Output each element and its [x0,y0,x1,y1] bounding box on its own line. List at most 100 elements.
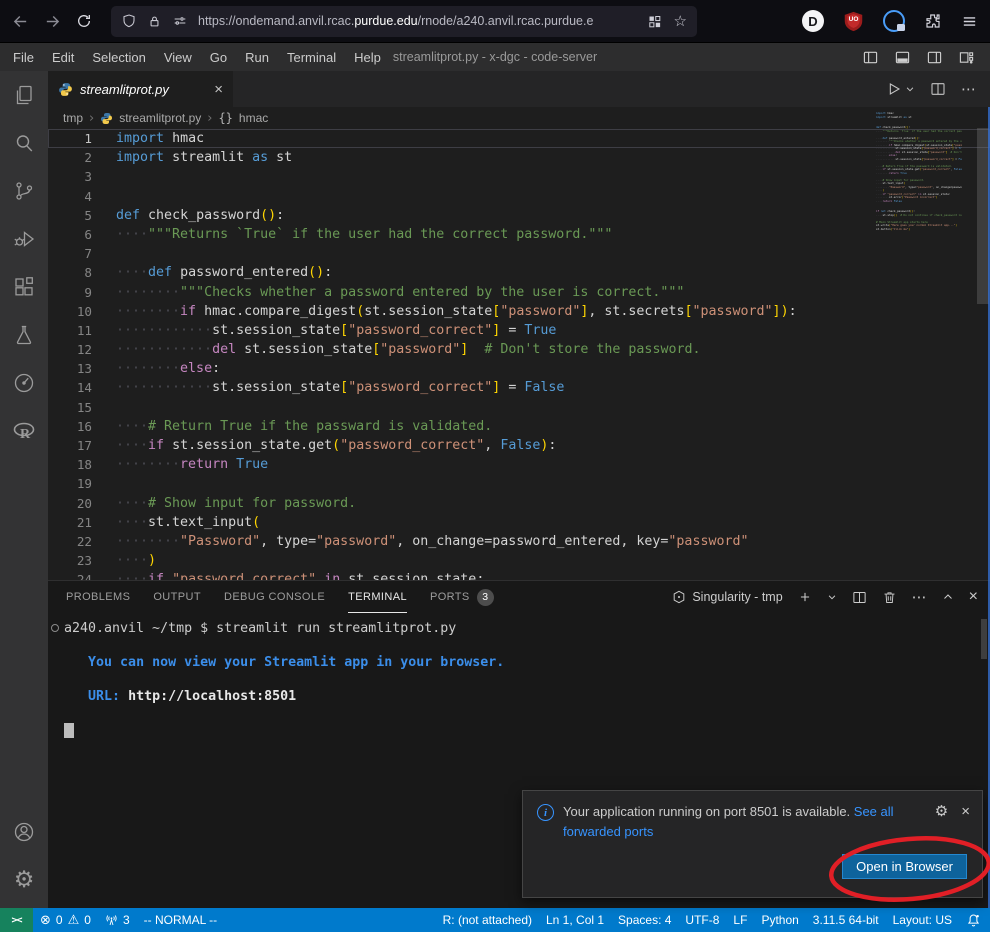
url-bar[interactable]: https://ondemand.anvil.rcac.purdue.edu/r… [111,6,697,37]
forwarded-ports-status[interactable]: 3 [98,913,137,927]
settings-icon[interactable]: ⚙ [0,856,48,904]
problems-status[interactable]: ⊗0 ⚠0 [33,913,98,927]
code-line[interactable]: 11············st.session_state["password… [48,321,990,340]
status-lf[interactable]: LF [726,913,754,927]
code-line[interactable]: 7 [48,244,990,263]
breadcrumb-symbol[interactable]: hmac [239,111,268,125]
code-line[interactable]: 16····# Return True if the passward is v… [48,417,990,436]
code-line[interactable]: 2import streamlit as st [48,148,990,167]
status-utf-8[interactable]: UTF-8 [678,913,726,927]
notification-settings-icon[interactable]: ⚙ [935,804,948,819]
terminal-line[interactable] [50,637,990,654]
beaker-icon[interactable] [0,311,48,359]
extensions-puzzle-icon[interactable] [924,12,942,30]
panel-more-icon[interactable]: ⋯ [912,590,927,605]
code-line[interactable]: 9········"""Checks whether a password en… [48,283,990,302]
toggle-secondary-sidebar-icon[interactable] [927,50,942,65]
menu-edit[interactable]: Edit [43,50,83,65]
lock-icon[interactable] [147,14,162,29]
code-editor[interactable]: 1import hmac2import streamlit as st345de… [48,129,990,580]
shield-icon[interactable] [121,13,137,29]
terminal-selector[interactable]: Singularity - tmp [672,590,782,604]
menu-run[interactable]: Run [236,50,278,65]
status-python[interactable]: Python [754,913,805,927]
code-line[interactable]: 5def check_password(): [48,206,990,225]
menu-terminal[interactable]: Terminal [278,50,345,65]
command-decoration-icon[interactable] [51,624,59,632]
toggle-panel-icon[interactable] [895,50,910,65]
vim-mode-status[interactable]: -- NORMAL -- [137,913,225,927]
back-icon[interactable] [12,13,29,30]
extension-d-icon[interactable]: D [802,10,824,32]
maximize-panel-icon[interactable] [942,591,954,603]
terminal-line[interactable]: You can now view your Streamlit app in y… [50,654,990,671]
kill-terminal-icon[interactable] [882,590,897,605]
code-line[interactable]: 13········else: [48,359,990,378]
new-terminal-icon[interactable] [798,590,812,604]
code-line[interactable]: 21····st.text_input( [48,513,990,532]
minimap[interactable]: import hmacimport streamlit as stdef che… [876,112,962,231]
terminal-dropdown-icon[interactable] [827,592,837,602]
code-line[interactable]: 4 [48,187,990,206]
privacy-extension-icon[interactable] [883,10,905,32]
permissions-icon[interactable] [172,13,188,29]
status-spaces-4[interactable]: Spaces: 4 [611,913,678,927]
code-line[interactable]: 22········"Password", type="password", o… [48,532,990,551]
breadcrumb-file[interactable]: streamlitprot.py [119,111,201,125]
r-language-icon[interactable]: R [0,407,48,455]
panel-tab-debug-console[interactable]: DEBUG CONSOLE [224,582,325,613]
code-line[interactable]: 8····def password_entered(): [48,263,990,282]
menu-help[interactable]: Help [345,50,390,65]
account-icon[interactable] [0,808,48,856]
menu-go[interactable]: Go [201,50,236,65]
panel-tab-terminal[interactable]: TERMINAL [348,582,407,613]
code-line[interactable]: 17····if st.session_state.get("password_… [48,436,990,455]
menu-selection[interactable]: Selection [83,50,154,65]
code-line[interactable]: 18········return True [48,455,990,474]
more-actions-icon[interactable]: ⋯ [961,82,976,97]
terminal-line[interactable]: a240.anvil ~/tmp $ streamlit run streaml… [50,620,990,637]
breadcrumb-folder[interactable]: tmp [63,111,83,125]
code-line[interactable]: 14············st.session_state["password… [48,378,990,397]
extensions-icon[interactable] [0,263,48,311]
tab-streamlitprot[interactable]: streamlitprot.py × [48,71,234,107]
panel-tab-problems[interactable]: PROBLEMS [66,582,130,613]
remote-indicator[interactable]: >< [0,908,33,932]
tab-close-icon[interactable]: × [214,81,223,98]
search-icon[interactable] [0,119,48,167]
code-line[interactable]: 1import hmac [48,129,990,148]
terminal-line[interactable] [50,722,990,739]
code-line[interactable]: 23····) [48,551,990,570]
status-layout-us[interactable]: Layout: US [886,913,959,927]
terminal-line[interactable] [50,705,990,722]
containers-icon[interactable] [647,14,662,29]
code-line[interactable]: 15 [48,398,990,417]
terminal-line[interactable]: URL: http://localhost:8501 [50,688,990,705]
terminal-scrollbar[interactable] [981,619,987,659]
status-3-11-5-64-bit[interactable]: 3.11.5 64-bit [806,913,886,927]
reload-icon[interactable] [76,13,92,29]
ublock-origin-icon[interactable]: UO [843,10,864,32]
menu-hamburger-icon[interactable] [961,13,978,30]
split-terminal-icon[interactable] [852,590,867,605]
close-panel-icon[interactable]: × [969,588,978,606]
code-line[interactable]: 10········if hmac.compare_digest(st.sess… [48,302,990,321]
status-r-not-attached[interactable]: R: (not attached) [436,913,539,927]
menu-file[interactable]: File [4,50,43,65]
customize-layout-icon[interactable] [959,50,974,65]
toggle-sidebar-icon[interactable] [863,50,878,65]
code-line[interactable]: 12············del st.session_state["pass… [48,340,990,359]
editor-pane[interactable]: tmp › streamlitprot.py › {} hmac 1import… [48,107,990,580]
code-line[interactable]: 20····# Show input for password. [48,494,990,513]
resource-monitor-icon[interactable] [0,359,48,407]
panel-tab-output[interactable]: OUTPUT [153,582,201,613]
terminal[interactable]: a240.anvil ~/tmp $ streamlit run streaml… [48,613,990,739]
code-line[interactable]: 3 [48,167,990,186]
debug-icon[interactable] [0,215,48,263]
code-line[interactable]: 24····if "password_correct" in st.sessio… [48,570,990,580]
run-python-file-icon[interactable] [886,81,915,97]
bookmark-star-icon[interactable]: ☆ [674,12,687,30]
notifications-bell-icon[interactable] [959,913,990,928]
source-control-icon[interactable] [0,167,48,215]
code-line[interactable]: 19 [48,474,990,493]
